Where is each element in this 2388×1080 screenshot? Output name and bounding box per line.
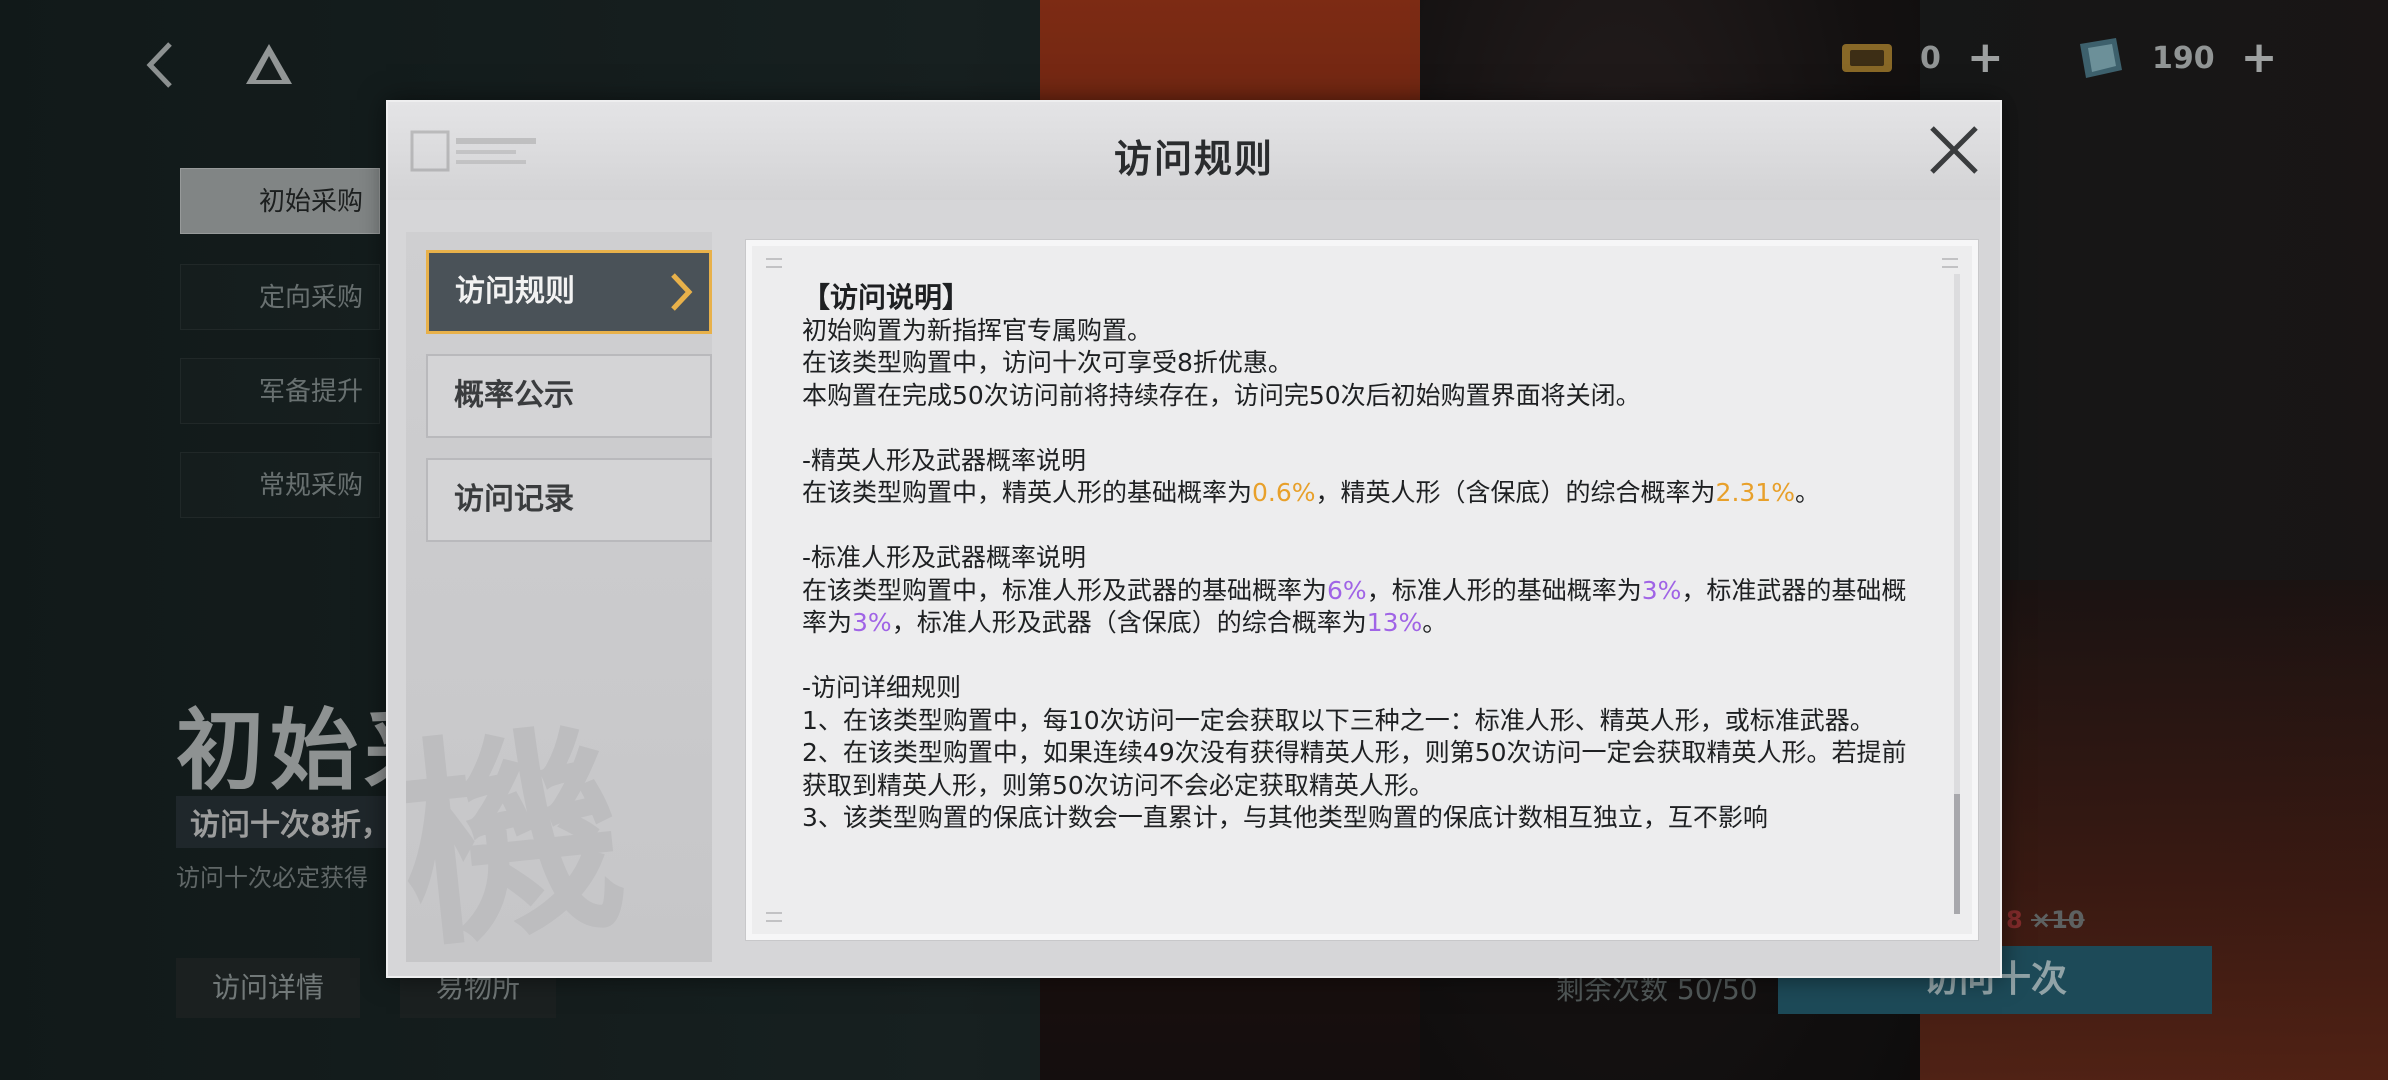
rules-content-panel[interactable]: 【访问说明】 初始购置为新指挥官专属购置。 在该类型购置中，访问十次可享受8折优…	[746, 240, 1978, 940]
standard-section-title: -标准人形及武器概率说明	[802, 543, 1087, 572]
tab-probability[interactable]: 概率公示	[426, 354, 712, 438]
content-scrollbar-thumb[interactable]	[1954, 794, 1960, 914]
elite-section-title: -精英人形及武器概率说明	[802, 445, 1087, 475]
standard-doll-rate: 3%	[1641, 575, 1682, 605]
standard-total-rate: 13%	[1366, 608, 1423, 637]
tab-visit-rules[interactable]: 访问规则	[426, 250, 712, 334]
detail-rule: 1、在该类型购置中，每10次访问一定会获取以下三种之一：标准人形、精英人形，或标…	[802, 705, 1875, 735]
standard-section-text: 在该类型购置中，标准人形及武器的基础概率为6%，标准人形的基础概率为3%，标准武…	[802, 575, 1907, 638]
detail-rule: 2、在该类型购置中，如果连续49次没有获得精英人形，则第50次访问一定会获取精英…	[802, 738, 1907, 800]
chevron-right-icon	[671, 273, 693, 311]
rules-intro-line: 本购置在完成50次访问前将持续存在，访问完50次后初始购置界面将关闭。	[802, 380, 1641, 410]
tab-visit-rules-label: 访问规则	[455, 274, 575, 309]
decorative-kanji: 機	[406, 698, 635, 962]
elite-total-rate: 2.31%	[1715, 478, 1795, 507]
standard-base-rate: 6%	[1327, 575, 1367, 605]
content-corner-mark	[766, 912, 782, 922]
content-corner-mark	[1942, 258, 1958, 268]
modal-tab-panel: 機	[406, 232, 712, 962]
rules-intro-line: 在该类型购置中，访问十次可享受8折优惠。	[802, 348, 1293, 377]
tab-visit-history-label: 访问记录	[454, 482, 574, 517]
content-corner-mark	[766, 258, 782, 268]
elite-section-text: 在该类型购置中，精英人形的基础概率为0.6%，精英人形（含保底）的综合概率为2.…	[802, 478, 1820, 507]
elite-base-rate: 0.6%	[1252, 478, 1316, 507]
rules-heading: 【访问说明】	[802, 282, 971, 314]
modal-title: 访问规则	[1113, 137, 1274, 181]
tab-probability-label: 概率公示	[454, 378, 574, 413]
content-scrollbar[interactable]	[1954, 274, 1960, 914]
modal-header: 访问规则	[388, 102, 2000, 200]
close-icon[interactable]	[1926, 122, 1982, 178]
rules-modal: 访问规则 機 访问规则 概率公示 访问记录 【访问说明】 初始购置为新指挥官专属…	[386, 100, 2002, 978]
standard-weapon-rate: 3%	[852, 608, 892, 637]
detail-rule: 3、该类型购置的保底计数会一直累计，与其他类型购置的保底计数相互独立，互不影响	[802, 803, 1768, 832]
rules-text: 【访问说明】 初始购置为新指挥官专属购置。 在该类型购置中，访问十次可享受8折优…	[802, 282, 1918, 902]
detail-section-title: -访问详细规则	[802, 673, 962, 702]
rules-intro-line: 初始购置为新指挥官专属购置。	[802, 315, 1153, 345]
tab-visit-history[interactable]: 访问记录	[426, 458, 712, 542]
